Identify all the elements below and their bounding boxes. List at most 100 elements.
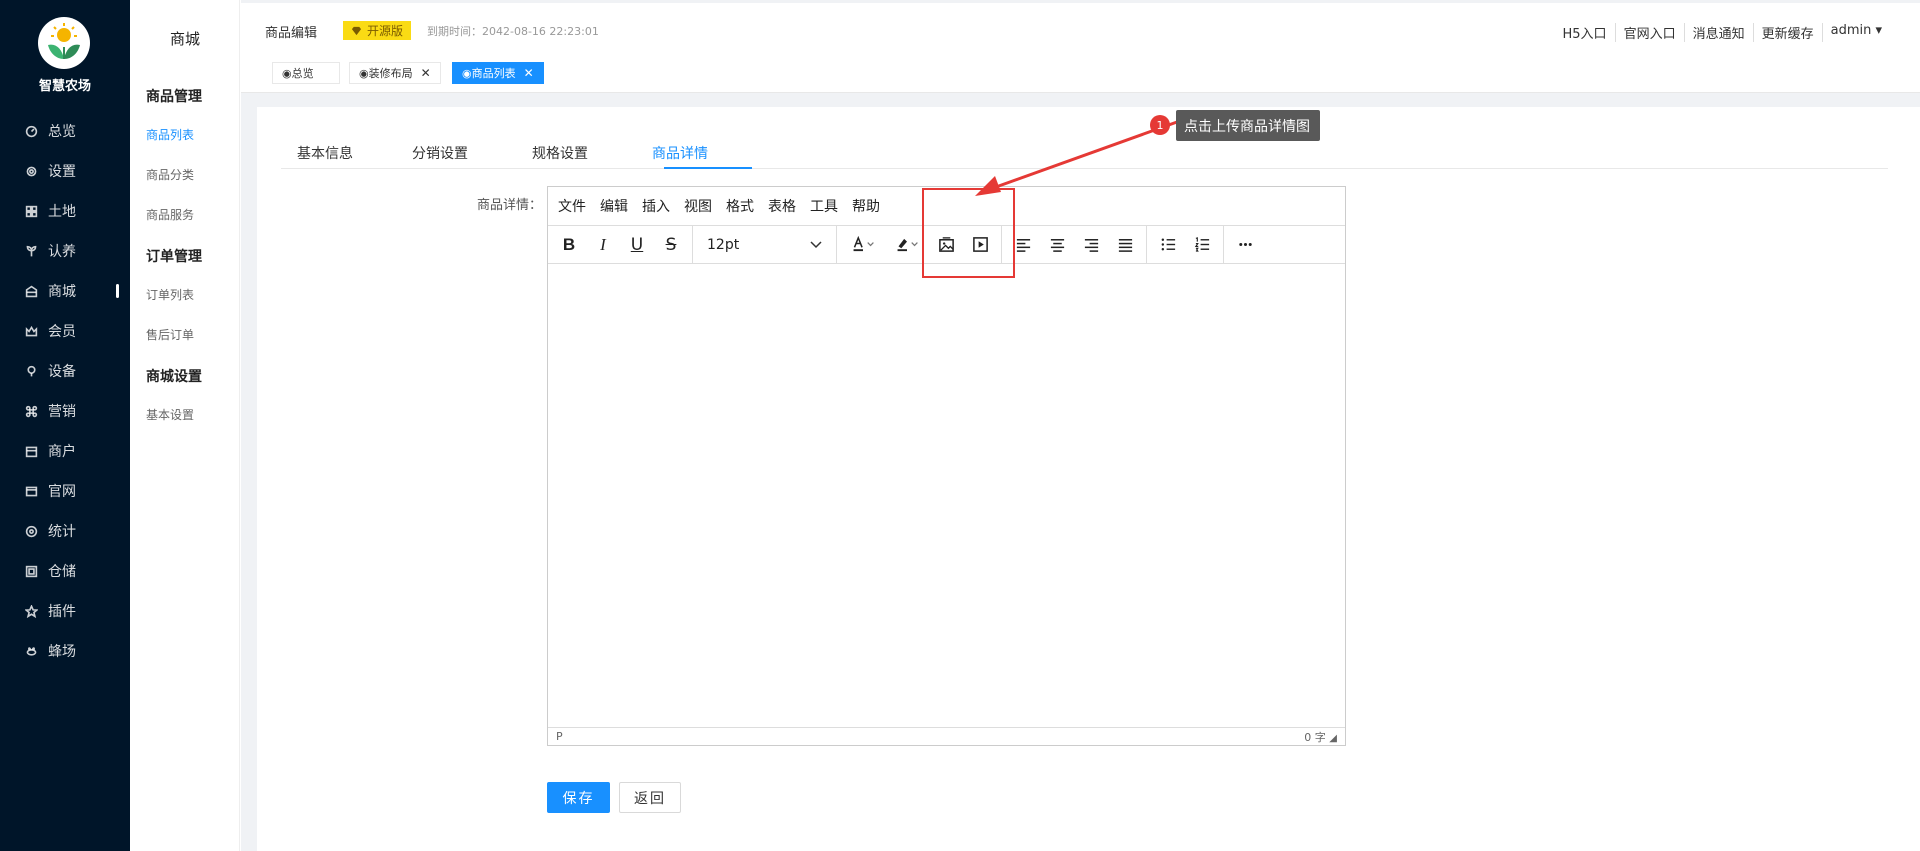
font-size-select[interactable]: 12pt: [697, 226, 832, 264]
sidebar-item-settings[interactable]: 设置: [0, 151, 130, 191]
menu-file[interactable]: 文件: [558, 196, 586, 216]
link-h5[interactable]: H5入口: [1555, 23, 1616, 42]
version-badge: 开源版: [343, 21, 412, 40]
align-right-button[interactable]: [1074, 226, 1108, 264]
sidebar-item-label: 会员: [48, 324, 76, 340]
word-count: 0 字 ◢: [1304, 729, 1337, 745]
strikethrough-button[interactable]: S: [654, 226, 688, 264]
sidebar-item-device[interactable]: 设备: [0, 351, 130, 391]
sidebar-item-label: 仓储: [48, 564, 76, 580]
tab-distribution[interactable]: 分销设置: [412, 143, 468, 163]
align-center-icon: [1050, 239, 1064, 252]
link-website[interactable]: 官网入口: [1616, 23, 1685, 42]
tag-decoration[interactable]: ◉装修布局 ✕: [349, 62, 441, 84]
menu-edit[interactable]: 编辑: [600, 196, 628, 216]
main-nav: 总览 设置 土地 认养 商城 会员 设备 营销 商户 官网 统计 仓储 插件 蜂…: [0, 111, 130, 671]
numbered-list-button[interactable]: [1185, 226, 1219, 264]
tab-goods-detail[interactable]: 商品详情: [652, 143, 708, 163]
subnav-group-goods: 商品管理: [146, 89, 202, 105]
device-icon: [24, 364, 38, 378]
strikethrough-icon: S: [665, 234, 677, 255]
close-icon[interactable]: ✕: [524, 66, 534, 80]
tag-label: ◉总览: [282, 67, 314, 80]
sidebar-item-storage[interactable]: 仓储: [0, 551, 130, 591]
crown-icon: [24, 324, 38, 338]
menu-insert[interactable]: 插入: [642, 196, 670, 216]
tag-overview[interactable]: ◉总览: [272, 62, 340, 84]
subnav-item-order-list[interactable]: 订单列表: [146, 286, 194, 303]
back-button[interactable]: 返回: [619, 782, 681, 813]
sidebar-item-shop[interactable]: 商城: [0, 271, 130, 311]
bullet-list-button[interactable]: [1151, 226, 1185, 264]
menu-table[interactable]: 表格: [768, 196, 796, 216]
link-notifications[interactable]: 消息通知: [1685, 23, 1754, 42]
text-color-button[interactable]: [841, 226, 885, 264]
dashboard-icon: [24, 124, 38, 138]
top-header: 商品编辑 开源版 到期时间：2042-08-16 22:23:01 H5入口 官…: [241, 3, 1920, 53]
subnav-group-orders: 订单管理: [146, 249, 202, 265]
brand-name: 智慧农场: [38, 79, 91, 94]
sidebar-item-label: 插件: [48, 604, 76, 620]
align-justify-button[interactable]: [1108, 226, 1142, 264]
resize-handle-icon[interactable]: ◢: [1329, 733, 1337, 744]
tab-basic-info[interactable]: 基本信息: [297, 143, 353, 163]
gear-icon: [24, 164, 38, 178]
underline-button[interactable]: U: [620, 226, 654, 264]
bee-icon: [24, 644, 38, 658]
word-count-value: 0 字: [1304, 730, 1326, 744]
star-icon: [24, 604, 38, 618]
grid-icon: [24, 204, 38, 218]
sidebar-item-label: 认养: [48, 244, 76, 260]
sidebar-item-label: 营销: [48, 404, 76, 420]
sidebar-item-land[interactable]: 土地: [0, 191, 130, 231]
menu-view[interactable]: 视图: [684, 196, 712, 216]
tag-goods-list[interactable]: ◉商品列表 ✕: [452, 62, 544, 84]
chevron-down-icon: [810, 237, 822, 253]
sidebar-item-marketing[interactable]: 营销: [0, 391, 130, 431]
italic-button[interactable]: I: [586, 226, 620, 264]
top-links: H5入口 官网入口 消息通知 更新缓存 admin ▾: [1555, 23, 1890, 42]
subnav-item-basic-settings[interactable]: 基本设置: [146, 406, 194, 423]
command-icon: [24, 404, 38, 418]
sidebar-item-plugins[interactable]: 插件: [0, 591, 130, 631]
box-icon: [24, 564, 38, 578]
sidebar-item-overview[interactable]: 总览: [0, 111, 130, 151]
align-center-button[interactable]: [1040, 226, 1074, 264]
sidebar-item-bee[interactable]: 蜂场: [0, 631, 130, 671]
subnav-item-goods-service[interactable]: 商品服务: [146, 206, 194, 223]
diamond-icon: [351, 26, 362, 35]
sidebar-item-adopt[interactable]: 认养: [0, 231, 130, 271]
more-icon: [1238, 242, 1252, 247]
sidebar-item-label: 蜂场: [48, 644, 76, 660]
menu-format[interactable]: 格式: [726, 196, 754, 216]
sidebar-item-label: 土地: [48, 204, 76, 220]
sidebar-item-member[interactable]: 会员: [0, 311, 130, 351]
more-button[interactable]: [1228, 226, 1262, 264]
user-menu[interactable]: admin ▾: [1823, 23, 1890, 42]
close-icon[interactable]: ✕: [421, 66, 431, 80]
editor-content-area[interactable]: [548, 265, 1345, 727]
bold-icon: B: [562, 234, 576, 254]
menu-help[interactable]: 帮助: [852, 196, 880, 216]
subnav-item-goods-list[interactable]: 商品列表: [146, 126, 194, 143]
link-clear-cache[interactable]: 更新缓存: [1754, 23, 1823, 42]
italic-icon: I: [600, 234, 606, 254]
sidebar-item-label: 商户: [48, 444, 76, 460]
subnav-item-goods-category[interactable]: 商品分类: [146, 166, 194, 183]
sidebar-item-website[interactable]: 官网: [0, 471, 130, 511]
align-left-icon: [1016, 239, 1030, 252]
annotation-arrow-icon: [975, 120, 1178, 196]
menu-tools[interactable]: 工具: [810, 196, 838, 216]
subnav-item-after-sale[interactable]: 售后订单: [146, 326, 194, 343]
tab-specs[interactable]: 规格设置: [532, 143, 588, 163]
save-button[interactable]: 保存: [547, 782, 610, 813]
sidebar-item-merchant[interactable]: 商户: [0, 431, 130, 471]
store-icon: [24, 444, 38, 458]
subnav-title: 商城: [169, 30, 200, 48]
tag-label: ◉商品列表: [462, 67, 516, 80]
shop-icon: [24, 284, 38, 298]
numbered-list-icon: [1194, 237, 1209, 252]
bold-button[interactable]: B: [552, 226, 586, 264]
toolbar-divider: [1146, 225, 1147, 264]
sidebar-item-stats[interactable]: 统计: [0, 511, 130, 551]
